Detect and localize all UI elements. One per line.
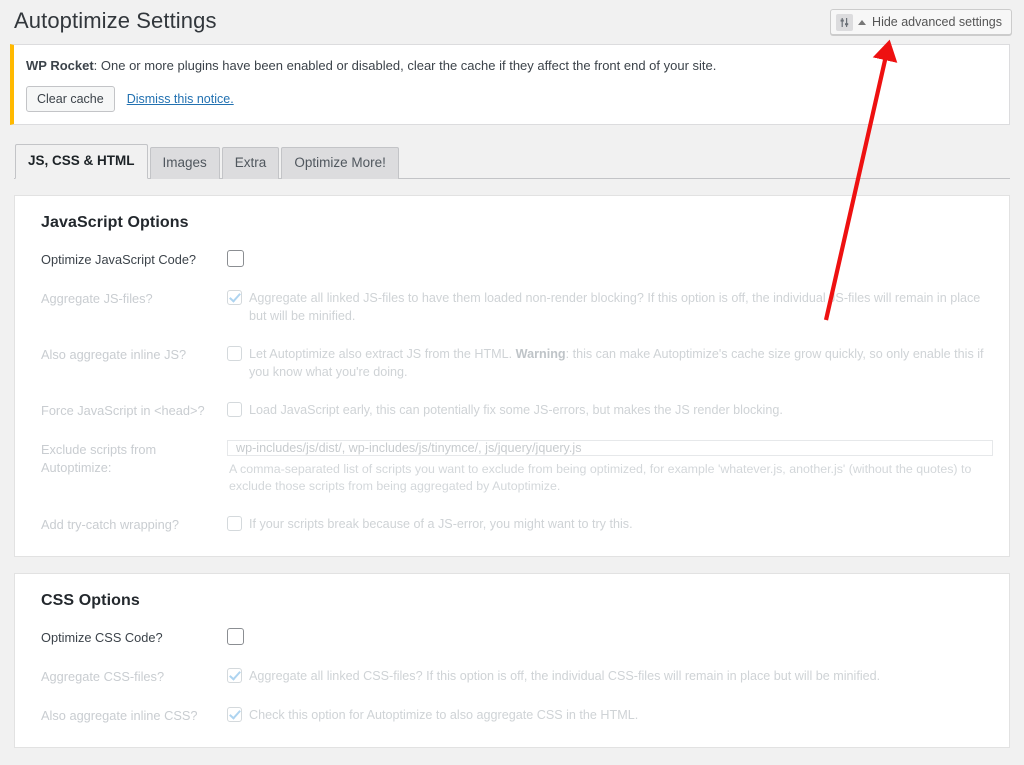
- notice-message: WP Rocket: One or more plugins have been…: [26, 56, 997, 76]
- row-body-optimize-javascript: [227, 249, 993, 267]
- tab-optimize-more[interactable]: Optimize More!: [281, 146, 399, 179]
- optimize-javascript-checkbox[interactable]: [227, 249, 244, 267]
- row-aggregate-inline-js: Also aggregate inline JS? Let Autoptimiz…: [31, 345, 993, 381]
- row-body-aggregate-css-files: Aggregate all linked CSS-files? If this …: [227, 667, 993, 685]
- notice-source: WP Rocket: [26, 58, 94, 73]
- row-optimize-javascript: Optimize JavaScript Code?: [31, 249, 993, 269]
- page-header: Autoptimize Settings Hide advanced setti…: [0, 0, 1024, 44]
- css-options-heading: CSS Options: [41, 591, 140, 609]
- inline-js-desc-before: Let Autoptimize also extract JS from the…: [249, 346, 513, 361]
- inline-js-desc-warning: Warning: [515, 346, 566, 361]
- aggregate-js-files-description: Aggregate all linked JS-files to have th…: [249, 290, 981, 323]
- aggregate-inline-css-description: Check this option for Autoptimize to als…: [249, 707, 639, 722]
- aggregate-css-files-description: Aggregate all linked CSS-files? If this …: [249, 668, 881, 683]
- tab-images[interactable]: Images: [149, 146, 220, 179]
- row-body-add-try-catch-wrapping: If your scripts break because of a JS-er…: [227, 515, 993, 533]
- optimize-css-checkbox[interactable]: [227, 627, 244, 645]
- row-label-optimize-javascript: Optimize JavaScript Code?: [41, 251, 197, 267]
- exclude-scripts-input[interactable]: [227, 439, 993, 456]
- row-aggregate-js-files: Aggregate JS-files? Aggregate all linked…: [31, 289, 993, 325]
- row-add-try-catch-wrapping: Add try-catch wrapping? If your scripts …: [31, 515, 993, 534]
- row-label-aggregate-inline-css: Also aggregate inline CSS?: [41, 707, 198, 723]
- row-exclude-scripts: Exclude scripts from Autoptimize: A comm…: [31, 439, 993, 495]
- add-try-catch-wrapping-checkbox[interactable]: [227, 515, 242, 531]
- hide-advanced-settings-label: Hide advanced settings: [872, 15, 1002, 29]
- row-body-aggregate-inline-css: Check this option for Autoptimize to als…: [227, 706, 993, 724]
- row-aggregate-inline-css: Also aggregate inline CSS? Check this op…: [31, 706, 993, 725]
- clear-cache-button[interactable]: Clear cache: [26, 85, 115, 112]
- dismiss-notice-link[interactable]: Dismiss this notice.: [127, 92, 234, 106]
- aggregate-css-files-checkbox[interactable]: [227, 667, 242, 683]
- row-body-aggregate-inline-js: Let Autoptimize also extract JS from the…: [227, 345, 993, 381]
- tab-extra[interactable]: Extra: [221, 146, 280, 179]
- row-label-force-javascript-in-head: Force JavaScript in <head>?: [41, 402, 205, 418]
- row-label-add-try-catch-wrapping: Add try-catch wrapping?: [41, 516, 179, 532]
- settings-tabs: JS, CSS & HTML Images Extra Optimize Mor…: [14, 143, 1010, 179]
- notice-actions: Clear cache Dismiss this notice.: [26, 85, 997, 112]
- row-label-aggregate-js-files: Aggregate JS-files?: [41, 290, 153, 306]
- row-force-javascript-in-head: Force JavaScript in <head>? Load JavaScr…: [31, 401, 993, 420]
- aggregate-inline-js-description: Let Autoptimize also extract JS from the…: [249, 345, 993, 381]
- exclude-scripts-description: A comma-separated list of scripts you wa…: [229, 461, 972, 493]
- page-title: Autoptimize Settings: [14, 8, 217, 33]
- add-try-catch-wrapping-description: If your scripts break because of a JS-er…: [249, 516, 633, 531]
- css-options-card: CSS Options Optimize CSS Code? Aggregate…: [14, 572, 1010, 748]
- wp-rocket-notice: WP Rocket: One or more plugins have been…: [10, 44, 1010, 125]
- caret-up-icon: [858, 19, 867, 25]
- javascript-options-heading: JavaScript Options: [41, 213, 189, 231]
- hide-advanced-settings-button[interactable]: Hide advanced settings: [830, 9, 1012, 35]
- sliders-icon: [836, 13, 854, 31]
- row-body-optimize-css: [227, 627, 993, 645]
- row-body-force-javascript-in-head: Load JavaScript early, this can potentia…: [227, 401, 993, 419]
- row-body-exclude-scripts: A comma-separated list of scripts you wa…: [227, 439, 993, 495]
- row-label-optimize-css: Optimize CSS Code?: [41, 629, 163, 645]
- force-javascript-in-head-description: Load JavaScript early, this can potentia…: [249, 402, 783, 417]
- force-javascript-in-head-checkbox[interactable]: [227, 401, 242, 417]
- row-label-exclude-scripts: Exclude scripts from Autoptimize:: [41, 441, 157, 475]
- aggregate-js-files-checkbox[interactable]: [227, 289, 242, 305]
- notice-message-text: : One or more plugins have been enabled …: [93, 58, 717, 73]
- row-label-aggregate-inline-js: Also aggregate inline JS?: [41, 346, 187, 362]
- row-body-aggregate-js-files: Aggregate all linked JS-files to have th…: [227, 289, 993, 325]
- row-optimize-css: Optimize CSS Code?: [31, 627, 993, 647]
- aggregate-inline-css-checkbox[interactable]: [227, 706, 242, 722]
- aggregate-inline-js-checkbox[interactable]: [227, 345, 242, 361]
- row-label-aggregate-css-files: Aggregate CSS-files?: [41, 668, 165, 684]
- row-aggregate-css-files: Aggregate CSS-files? Aggregate all linke…: [31, 667, 993, 686]
- javascript-options-card: JavaScript Options Optimize JavaScript C…: [14, 194, 1010, 557]
- tab-js-css-html[interactable]: JS, CSS & HTML: [15, 143, 148, 179]
- settings-page: Autoptimize Settings Hide advanced setti…: [0, 0, 1024, 765]
